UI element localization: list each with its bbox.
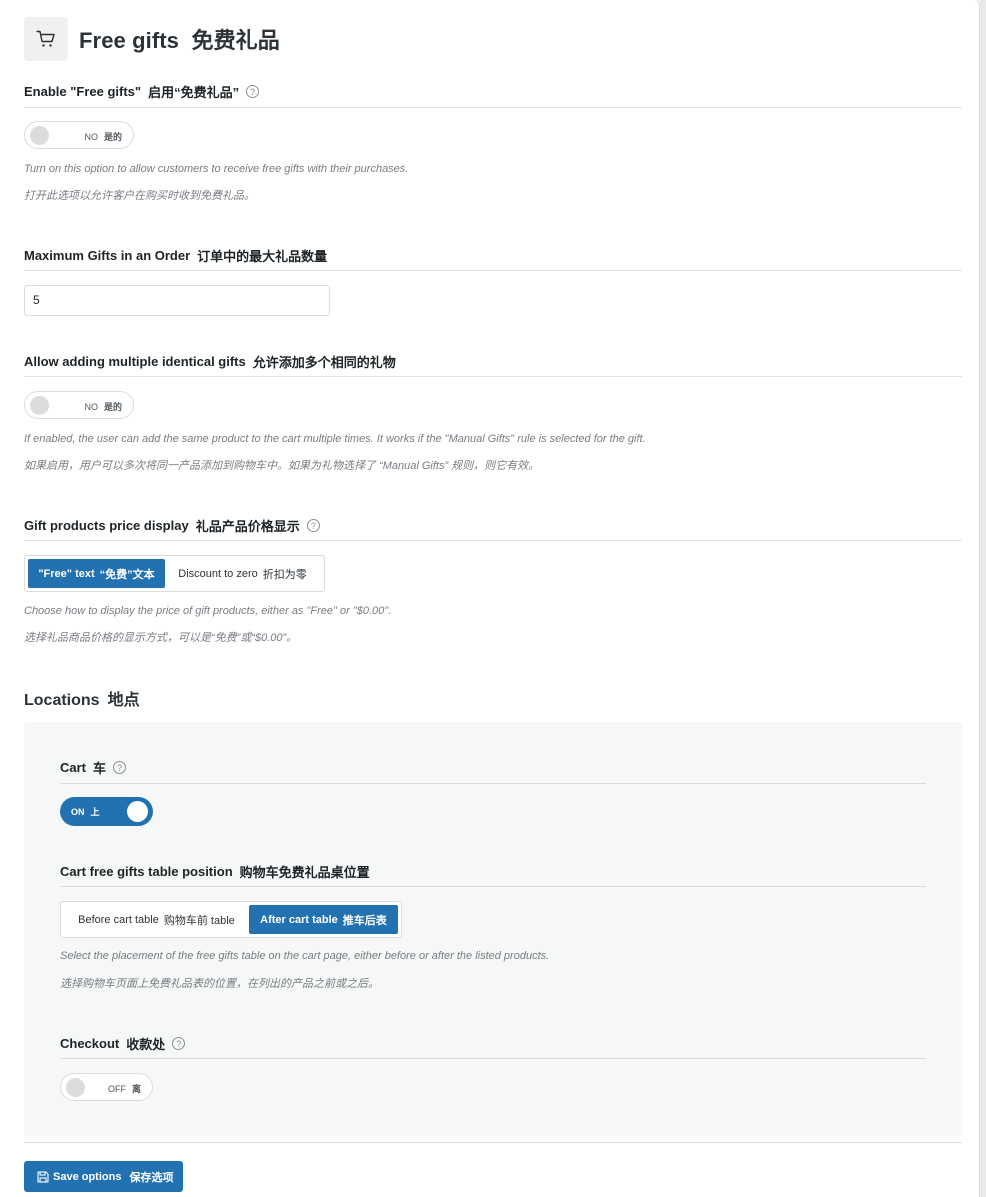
toggle-text: OFF 离 [108, 1082, 141, 1095]
locations-box: Cart 车 ? ON 上 Cart free gifts table posit… [24, 722, 962, 1137]
option-label-zh: 购物车前 table [163, 914, 235, 927]
toggle-text-en: OFF [107, 1084, 126, 1094]
checkout-label-zh: 收款处 [126, 1037, 166, 1052]
table-position-label: Cart free gifts table position 购物车免费礼品桌位… [60, 862, 926, 881]
option-label-zh: “免费”文本 [99, 568, 155, 581]
identical-gifts-toggle[interactable]: NO 是的 [24, 391, 134, 419]
cart-label-en: Cart [60, 760, 87, 775]
option-label-en: "Free" text [38, 567, 95, 580]
identical-description-zh: 如果启用，用户可以多次将同一产品添加到购物车中。如果为礼物选择了 “Manual… [24, 460, 540, 472]
table-position-description-en: Select the placement of the free gifts t… [60, 950, 550, 962]
divider [24, 376, 962, 377]
page-title: Free gifts 免费礼品 [79, 23, 280, 55]
checkout-toggle[interactable]: OFF 离 [60, 1073, 153, 1101]
divider [24, 107, 962, 108]
toggle-knob [30, 396, 49, 415]
toggle-text-zh: 是的 [103, 402, 122, 412]
help-icon[interactable]: ? [306, 519, 320, 532]
cart-label: Cart 车 ? [60, 758, 926, 777]
divider [24, 270, 962, 271]
enable-label-zh: 启用“免费礼品” [148, 85, 240, 100]
page-header: Free gifts 免费礼品 [24, 17, 280, 61]
scrollbar[interactable] [980, 0, 986, 1197]
identical-gifts-label: Allow adding multiple identical gifts 允许… [24, 352, 962, 371]
price-display-description-en: Choose how to display the price of gift … [24, 605, 392, 617]
toggle-text: NO 是的 [84, 400, 122, 413]
divider [24, 540, 962, 541]
price-display-label-en: Gift products price display [24, 518, 189, 533]
price-display-discount-option[interactable]: Discount to zero 折扣为零 [165, 559, 320, 588]
enable-label-en: Enable "Free gifts" [24, 84, 142, 99]
save-label-en: Save options [53, 1170, 122, 1183]
toggle-text-en: ON [71, 807, 85, 817]
cart-icon [24, 17, 68, 61]
help-icon[interactable]: ? [246, 85, 260, 98]
help-icon[interactable]: ? [172, 1037, 186, 1050]
settings-panel: Free gifts 免费礼品 Enable "Free gifts" 启用“免… [0, 0, 980, 1197]
divider [24, 1142, 962, 1143]
cart-label-zh: 车 [93, 761, 107, 776]
save-icon [37, 1170, 49, 1183]
option-label-en: Discount to zero [178, 567, 258, 580]
locations-section-title: Locations 地点 [24, 686, 140, 710]
price-display-free-text-option[interactable]: "Free" text “免费”文本 [28, 559, 165, 588]
toggle-knob [127, 801, 148, 822]
identical-label-en: Allow adding multiple identical gifts [24, 354, 246, 369]
toggle-text-en: NO [84, 132, 98, 142]
page-title-zh: 免费礼品 [191, 28, 280, 53]
enable-description-zh: 打开此选项以允许客户在购买时收到免费礼品。 [24, 190, 255, 202]
enable-free-gifts-label: Enable "Free gifts" 启用“免费礼品” ? [24, 82, 962, 101]
price-display-segmented: "Free" text “免费”文本 Discount to zero 折扣为零 [24, 555, 325, 592]
table-position-before-option[interactable]: Before cart table 购物车前 table [64, 905, 249, 934]
identical-description-en: If enabled, the user can add the same pr… [24, 433, 646, 445]
help-icon[interactable]: ? [113, 761, 127, 774]
max-gifts-label: Maximum Gifts in an Order 订单中的最大礼品数量 [24, 246, 962, 265]
max-gifts-label-zh: 订单中的最大礼品数量 [197, 249, 328, 264]
divider [60, 783, 926, 784]
toggle-text-en: NO [84, 402, 98, 412]
toggle-text-zh: 上 [90, 807, 100, 817]
save-label-zh: 保存选项 [129, 1171, 174, 1184]
locations-title-en: Locations [24, 692, 100, 709]
toggle-text-zh: 离 [131, 1084, 141, 1094]
option-label-en: Before cart table [78, 913, 159, 926]
table-position-segmented: Before cart table 购物车前 table After cart t… [60, 901, 402, 938]
divider [60, 886, 926, 887]
locations-title-zh: 地点 [107, 692, 140, 709]
table-position-after-option[interactable]: After cart table 推车后表 [248, 905, 398, 934]
toggle-text: ON 上 [71, 805, 100, 818]
option-label-en: After cart table [260, 913, 338, 926]
price-display-label-zh: 礼品产品价格显示 [195, 519, 300, 534]
option-label-zh: 推车后表 [342, 914, 387, 927]
checkout-label: Checkout 收款处 ? [60, 1034, 926, 1053]
price-display-description-zh: 选择礼品商品价格的显示方式，可以是“免费”或“$0.00”。 [24, 632, 298, 644]
toggle-text: NO 是的 [84, 130, 122, 143]
save-options-button[interactable]: Save options 保存选项 [24, 1161, 183, 1192]
toggle-text-zh: 是的 [103, 132, 122, 142]
price-display-label: Gift products price display 礼品产品价格显示 ? [24, 516, 962, 535]
page-title-en: Free gifts [79, 28, 180, 53]
divider [60, 1058, 926, 1059]
table-position-label-zh: 购物车免费礼品桌位置 [239, 865, 370, 880]
max-gifts-label-en: Maximum Gifts in an Order [24, 248, 191, 263]
checkout-label-en: Checkout [60, 1036, 120, 1051]
max-gifts-input[interactable]: 5 [24, 285, 330, 316]
toggle-knob [30, 126, 49, 145]
identical-label-zh: 允许添加多个相同的礼物 [252, 355, 396, 370]
toggle-knob [66, 1078, 85, 1097]
enable-description-en: Turn on this option to allow customers t… [24, 163, 409, 175]
cart-toggle[interactable]: ON 上 [60, 797, 153, 826]
table-position-description-zh: 选择购物车页面上免费礼品表的位置，在列出的产品之前或之后。 [60, 978, 379, 990]
option-label-zh: 折扣为零 [262, 568, 307, 581]
table-position-label-en: Cart free gifts table position [60, 864, 233, 879]
enable-free-gifts-toggle[interactable]: NO 是的 [24, 121, 134, 149]
